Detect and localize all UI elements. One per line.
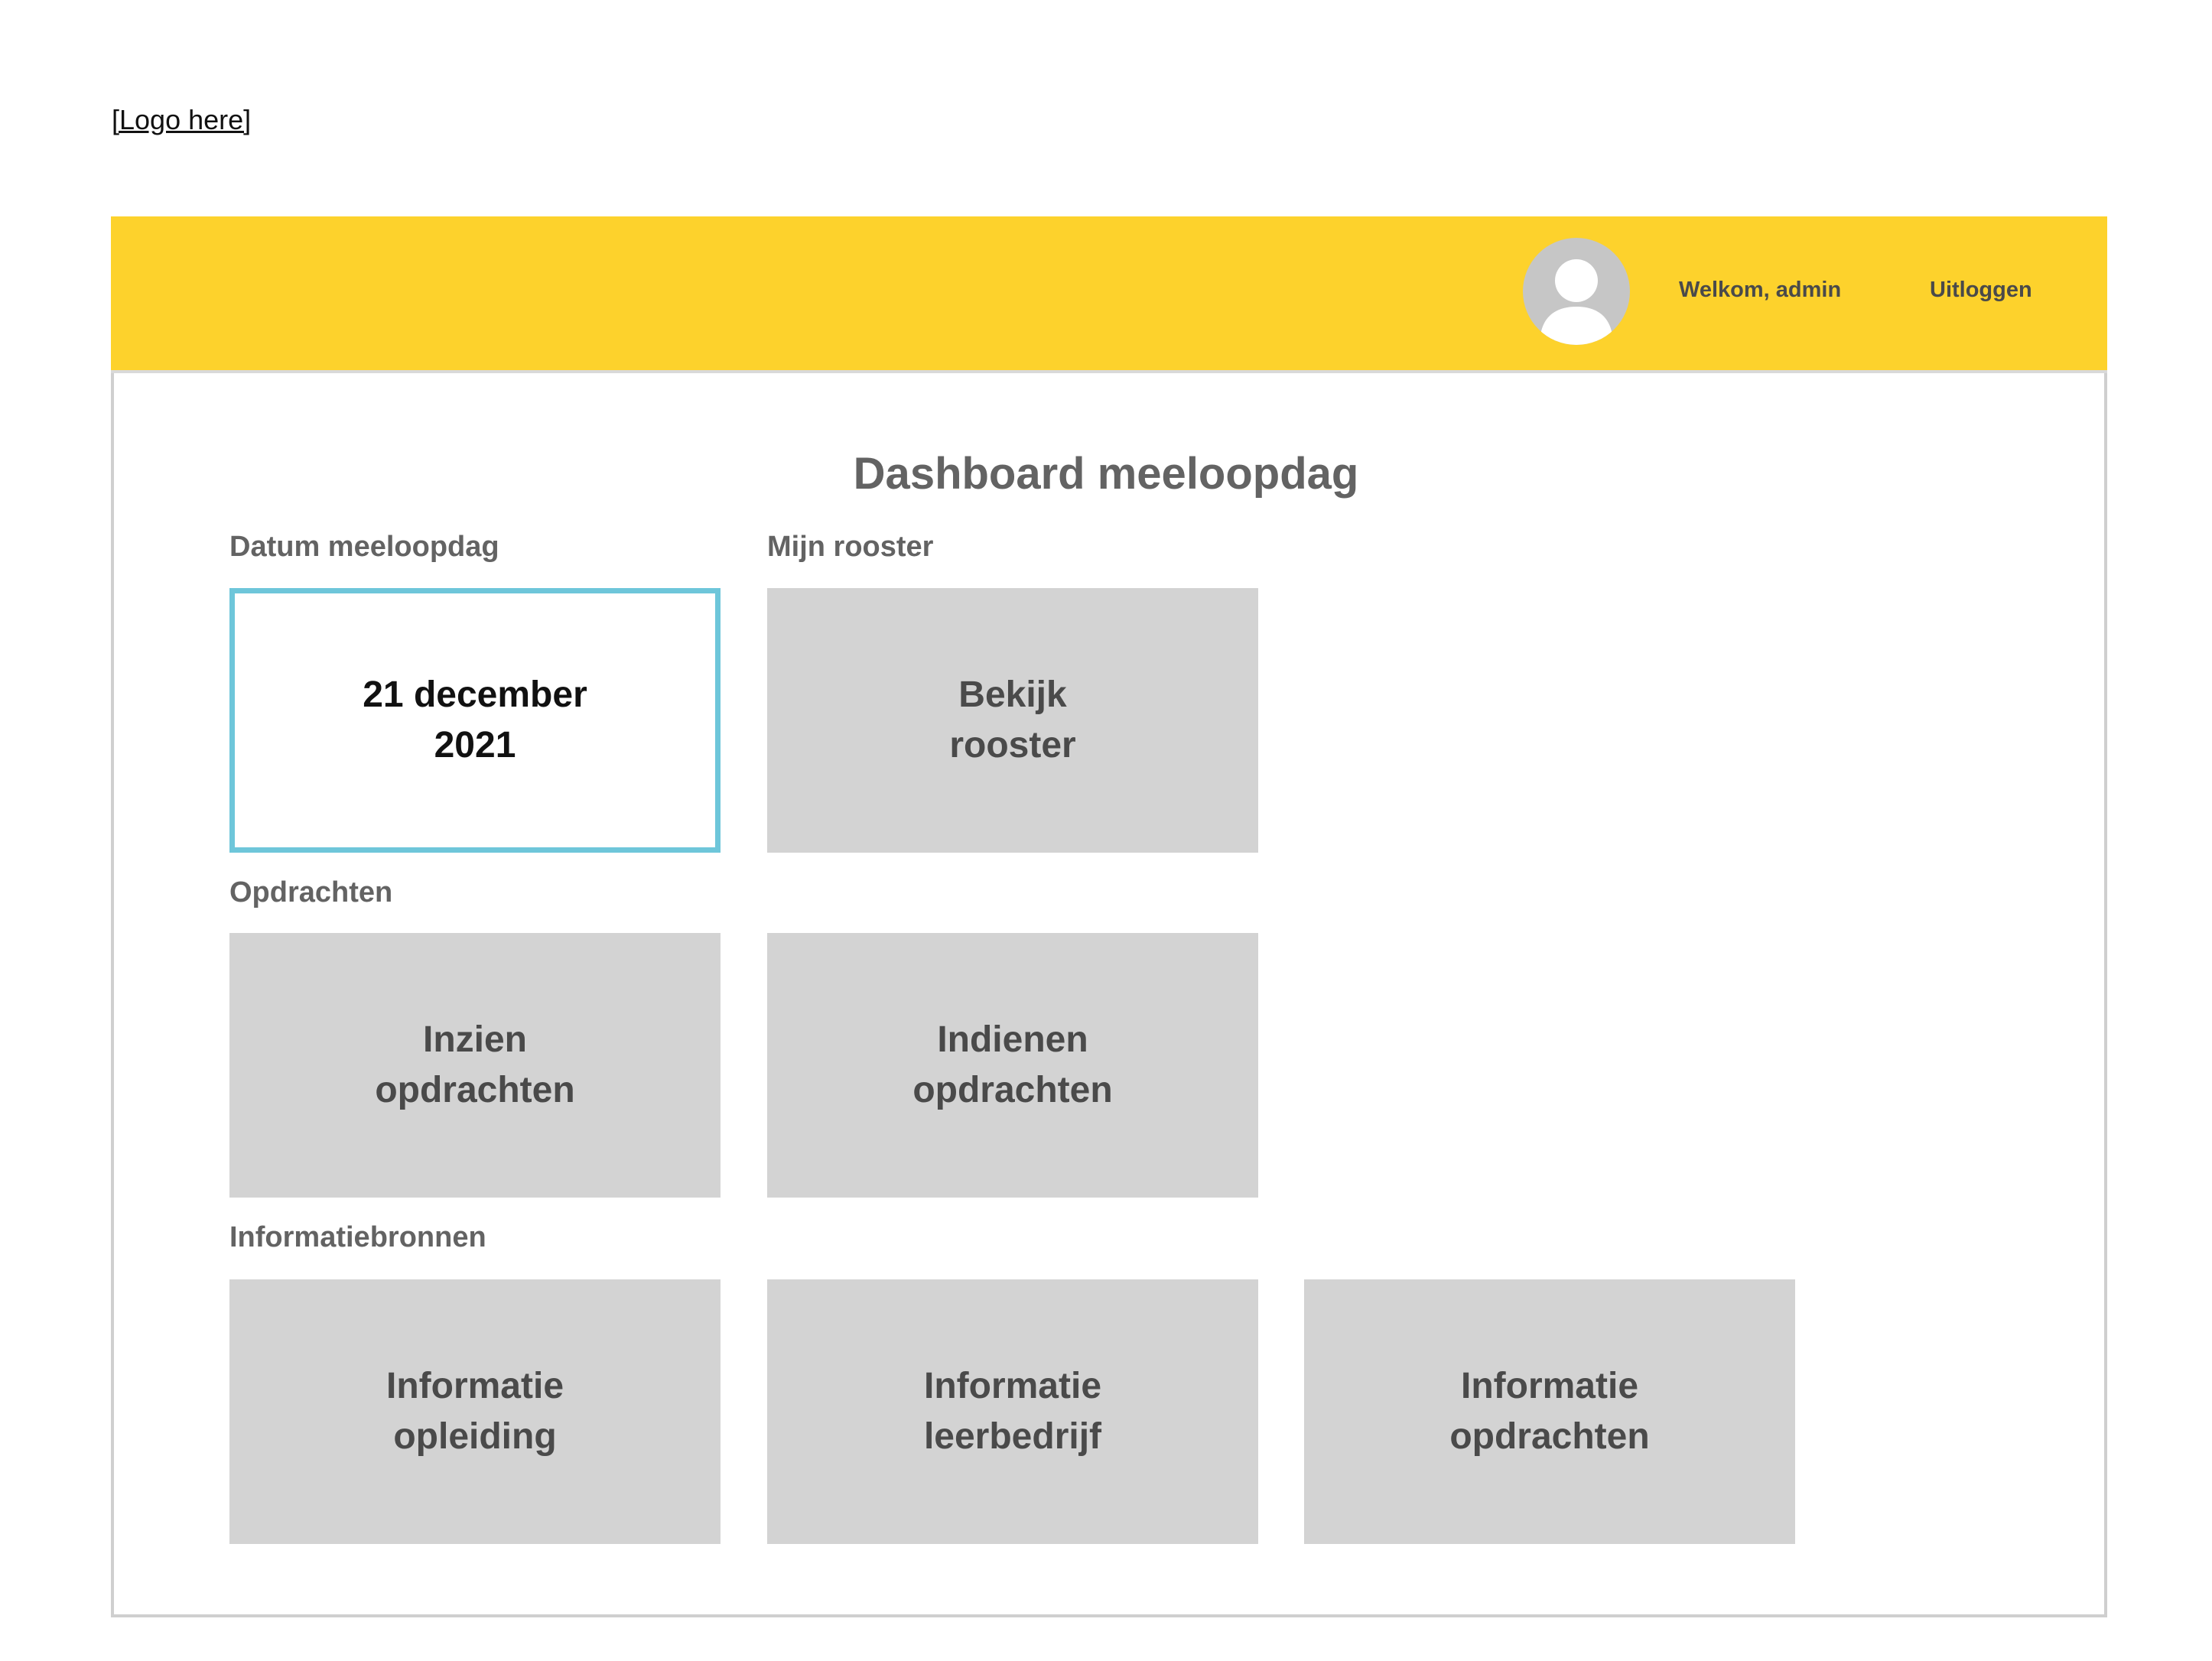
submit-assignments-label-2: opdrachten (912, 1070, 1113, 1110)
submit-assignments-label-1: Indienen (937, 1019, 1088, 1060)
section-label-schedule: Mijn rooster (767, 531, 934, 563)
info-education-label-1: Informatie (385, 1366, 564, 1406)
info-assignments-label-1: Informatie (1460, 1366, 1639, 1406)
section-label-date: Datum meeloopdag (229, 531, 499, 563)
info-company-label-2: leerbedrijf (923, 1416, 1102, 1457)
logout-link[interactable]: Uitloggen (1930, 278, 2032, 303)
section-label-assignments: Opdrachten (229, 876, 393, 909)
view-schedule-label-2: rooster (949, 725, 1076, 765)
view-assignments-button[interactable]: Inzien opdrachten (229, 933, 721, 1198)
user-avatar-icon[interactable] (1523, 238, 1630, 345)
welcome-text: Welkom, admin (1679, 278, 1842, 302)
view-assignments-label-1: Inzien (422, 1019, 527, 1060)
view-assignments-label-2: opdrachten (375, 1070, 575, 1110)
info-assignments-label-2: opdrachten (1449, 1416, 1650, 1457)
view-schedule-label-1: Bekijk (958, 674, 1067, 715)
section-label-sources: Informatiebronnen (229, 1221, 486, 1253)
view-schedule-button[interactable]: Bekijk rooster (767, 588, 1258, 853)
date-tile-day: 21 december (363, 674, 587, 715)
date-tile: 21 december 2021 (229, 588, 721, 853)
submit-assignments-button[interactable]: Indienen opdrachten (767, 933, 1258, 1198)
page-title: Dashboard meeloopdag (853, 449, 1359, 499)
date-tile-year: 2021 (434, 725, 516, 765)
info-education-label-2: opleiding (393, 1416, 557, 1457)
info-assignments-button[interactable]: Informatie opdrachten (1304, 1279, 1795, 1544)
logo-link[interactable]: [Logo here] (112, 104, 251, 136)
top-bar: Welkom, admin Uitloggen (111, 216, 2107, 373)
info-company-button[interactable]: Informatie leerbedrijf (767, 1279, 1258, 1544)
info-education-button[interactable]: Informatie opleiding (229, 1279, 721, 1544)
info-company-label-1: Informatie (923, 1366, 1102, 1406)
